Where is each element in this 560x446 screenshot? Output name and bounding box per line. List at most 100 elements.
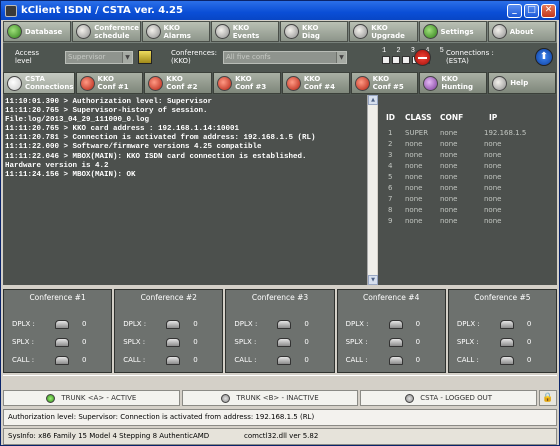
main-toolbar: Database Conference schedule KKO Alarms … (3, 21, 557, 43)
kko-upgrade-button[interactable]: KKO Upgrade (349, 21, 418, 42)
col-ip-header: IP (489, 113, 498, 122)
table-row[interactable]: 8 none none none (378, 205, 557, 215)
cell-ip: none (484, 151, 502, 159)
row-value: 0 (526, 320, 532, 328)
conferences-label: Conferences: (KKO) (171, 49, 218, 65)
lock-button[interactable]: 🔒 (539, 390, 558, 406)
tab-kko-conf-3[interactable]: KKO Conf #3 (213, 72, 281, 94)
cell-id: 9 (388, 217, 393, 225)
conference-title: Conference #2 (140, 293, 197, 302)
phone-icon (55, 320, 69, 329)
conf-row-dplx: DPLX : 0 (449, 318, 556, 330)
phone-icon (499, 320, 514, 329)
window-title: kClient ISDN / CSTA ver. 4.25 (21, 5, 183, 16)
maximize-button[interactable]: □ (524, 3, 539, 18)
chevron-down-icon: ▼ (336, 52, 346, 63)
table-row[interactable]: 6 none none none (378, 183, 557, 193)
conf-row-splx: SPLX : 0 (449, 336, 556, 348)
table-row[interactable]: 5 none none none (378, 172, 557, 182)
tab-kko-conf-5[interactable]: KKO Conf #5 (350, 72, 419, 94)
tab-kko-conf-4[interactable]: KKO Conf #4 (281, 72, 350, 94)
row-value: 0 (415, 356, 421, 364)
phone-icon (166, 320, 181, 329)
col-class-header: CLASS (405, 113, 432, 122)
connections-label: Connections : (ESTA) (446, 49, 494, 65)
events-icon (214, 24, 230, 39)
lock-icon: 🔒 (542, 393, 554, 403)
table-row[interactable]: 1 SUPER none 192.168.1.5 (378, 128, 557, 138)
minimize-button[interactable]: _ (507, 3, 522, 18)
tab-label: KKO Conf #3 (235, 75, 267, 91)
col-id-header: ID (386, 113, 396, 122)
row-value: 0 (193, 356, 198, 364)
conf-checkbox-1[interactable] (382, 56, 390, 64)
chevron-down-icon: ▼ (122, 52, 132, 63)
sysinfo-line: SysInfo: x86 Family 15 Model 4 Stepping … (3, 428, 557, 445)
conference-panel-2: Conference #2 DPLX : 0 SPLX : 0 CALL : 0 (114, 289, 224, 373)
row-value: 0 (193, 320, 198, 328)
phone-icon (277, 338, 292, 347)
conf-checkbox-2[interactable] (392, 56, 400, 64)
hunting-icon (423, 75, 439, 91)
cell-class: none (405, 195, 423, 203)
tab-kko-conf-2[interactable]: KKO Conf #2 (144, 72, 213, 94)
tab-label: KKO Conf #4 (303, 75, 336, 91)
conf-checkbox-3[interactable] (402, 56, 410, 64)
kko-alarms-label: KKO Alarms (163, 23, 191, 40)
cell-class: none (405, 184, 423, 192)
title-bar[interactable]: kClient ISDN / CSTA ver. 4.25 _ □ ✕ (1, 1, 559, 20)
row-value: 0 (304, 356, 309, 364)
settings-button[interactable]: Settings (418, 21, 487, 42)
kko-events-button[interactable]: KKO Events (210, 21, 279, 42)
status-led-icon (405, 393, 415, 403)
row-value: 0 (304, 320, 309, 328)
row-label: CALL : (12, 356, 35, 364)
phone-icon (499, 338, 514, 347)
row-label: SPLX : (234, 338, 257, 346)
cell-id: 4 (388, 162, 393, 170)
tab-csta-connections[interactable]: CSTA Connections (3, 72, 75, 94)
cell-ip: none (484, 162, 502, 170)
arrow-up-button[interactable]: ⬆ (535, 48, 553, 66)
trunk-status-bar: TRUNK <A> - ACTIVE TRUNK <B> - INACTIVE … (3, 390, 558, 407)
table-row[interactable]: 4 none none none (378, 161, 557, 171)
gear-icon (422, 24, 438, 39)
table-row[interactable]: 9 none none none (378, 216, 557, 226)
cell-conf: none (440, 173, 458, 181)
row-label: CALL : (345, 356, 368, 364)
trunk-a-label: TRUNK <A> - ACTIVE (61, 394, 137, 402)
conference-schedule-button[interactable]: Conference schedule (72, 21, 141, 42)
close-button[interactable]: ✕ (541, 3, 556, 18)
conferences-select[interactable]: All five confs ▼ (223, 51, 347, 64)
table-row[interactable]: 7 none none none (378, 194, 557, 204)
stop-button[interactable] (414, 49, 431, 66)
upgrade-icon (353, 24, 369, 39)
tab-help[interactable]: Help (488, 72, 556, 94)
tab-kko-conf-1[interactable]: KKO Conf #1 (75, 72, 144, 94)
scroll-up-icon[interactable]: ▲ (368, 95, 378, 105)
kko-alarms-button[interactable]: KKO Alarms (141, 21, 210, 42)
about-button[interactable]: About (487, 21, 556, 42)
cell-ip: none (484, 173, 502, 181)
cell-conf: none (440, 217, 458, 225)
cell-id: 1 (388, 129, 393, 137)
table-row[interactable]: 3 none none none (378, 150, 557, 160)
table-row[interactable]: 2 none none none (378, 139, 557, 149)
row-label: DPLX : (234, 320, 258, 328)
database-button[interactable]: Database (3, 21, 72, 42)
tab-kko-hunting[interactable]: KKO Hunting (419, 72, 488, 94)
access-level-select[interactable]: Supervisor ▼ (65, 51, 133, 64)
cell-ip: none (484, 217, 502, 225)
log-scrollbar[interactable]: ▲ ▼ (367, 95, 378, 285)
cell-conf: none (440, 184, 458, 192)
cell-class: none (405, 151, 423, 159)
row-label: CALL : (456, 356, 479, 364)
key-button[interactable] (138, 50, 152, 64)
kko-diag-button[interactable]: KKO Diag (280, 21, 349, 42)
conf-row-call: CALL : 0 (338, 354, 445, 366)
scroll-down-icon[interactable]: ▼ (368, 275, 378, 285)
schedule-icon (76, 24, 92, 39)
row-value: 0 (415, 338, 421, 346)
phone-icon (354, 75, 370, 91)
log-pane[interactable]: 11:10:01.390 > Authorization level: Supe… (3, 95, 376, 285)
